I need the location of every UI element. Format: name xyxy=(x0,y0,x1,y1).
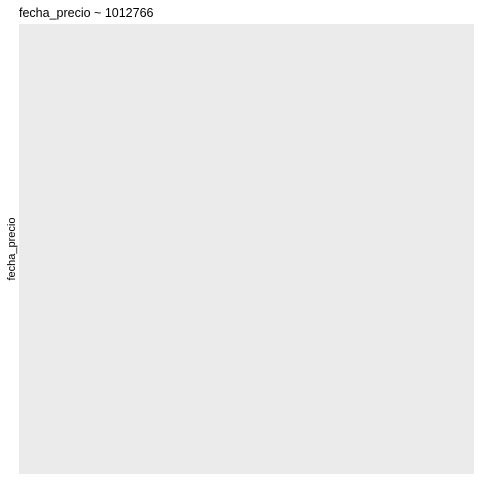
chart-title: fecha_precio ~ 1012766 xyxy=(19,6,154,20)
y-axis-label: fecha_precio xyxy=(6,218,18,281)
plot-panel xyxy=(19,24,474,474)
chart: fecha_precio ~ 1012766 fecha_precio xyxy=(0,0,480,480)
